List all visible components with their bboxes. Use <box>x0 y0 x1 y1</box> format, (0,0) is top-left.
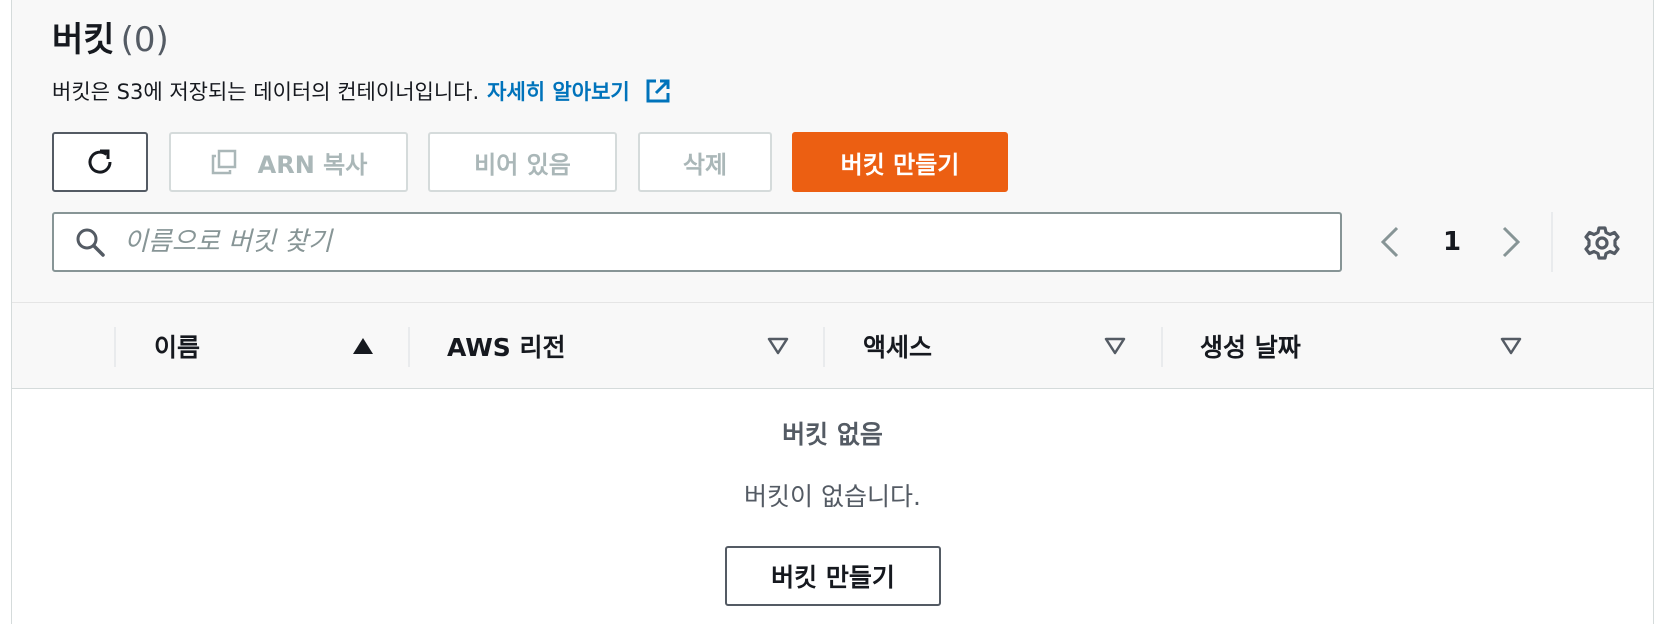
column-header-access[interactable]: 액세스 <box>863 303 932 389</box>
pager-divider <box>1551 212 1553 272</box>
search-icon <box>76 228 105 257</box>
learn-more-link[interactable]: 자세히 알아보기 <box>487 76 630 106</box>
empty-state-title: 버킷 없음 <box>782 420 883 449</box>
column-header-created[interactable]: 생성 날짜 <box>1200 303 1301 389</box>
refresh-icon <box>88 149 112 174</box>
sort-icon[interactable] <box>1104 336 1126 356</box>
table-header: 이름 AWS 리전 액세스 생성 날짜 <box>12 303 1653 389</box>
bucket-count: (0) <box>120 20 169 60</box>
refresh-button[interactable] <box>52 132 148 192</box>
delete-button[interactable]: 삭제 <box>638 132 772 192</box>
external-link-icon[interactable] <box>644 77 672 105</box>
empty-state-description: 버킷이 없습니다. <box>744 482 921 511</box>
delete-label: 삭제 <box>682 150 728 179</box>
column-separator <box>114 327 116 367</box>
copy-arn-button[interactable]: ARN 복사 <box>169 132 408 192</box>
page-title-text: 버킷 <box>52 20 115 60</box>
description-text: 버킷은 S3에 저장되는 데이터의 컨테이너입니다. <box>52 80 480 104</box>
create-bucket-label: 버킷 만들기 <box>840 150 960 179</box>
empty-label: 비어 있음 <box>474 150 571 179</box>
gear-icon[interactable] <box>1583 224 1621 262</box>
sort-icon[interactable] <box>1500 336 1522 356</box>
panel-header: 버킷 (0) 버킷은 S3에 저장되는 데이터의 컨테이너입니다. 자세히 알아보… <box>12 0 1653 303</box>
page-title: 버킷 (0) <box>52 12 169 61</box>
column-separator <box>823 327 825 367</box>
copy-arn-label: ARN 복사 <box>257 150 368 179</box>
empty-bucket-button[interactable]: 비어 있음 <box>428 132 617 192</box>
column-header-name[interactable]: 이름 <box>154 303 200 389</box>
sort-icon[interactable] <box>767 336 789 356</box>
create-bucket-button[interactable]: 버킷 만들기 <box>792 132 1008 192</box>
column-separator <box>1161 327 1163 367</box>
copy-icon <box>211 149 236 175</box>
current-page-number[interactable]: 1 <box>1432 222 1472 262</box>
next-page-icon[interactable] <box>1490 222 1530 262</box>
sort-ascending-icon[interactable] <box>352 336 374 356</box>
search-input[interactable] <box>124 214 1340 270</box>
buckets-panel: 버킷 (0) 버킷은 S3에 저장되는 데이터의 컨테이너입니다. 자세히 알아보… <box>11 0 1654 624</box>
empty-state-create-button[interactable]: 버킷 만들기 <box>725 546 941 606</box>
page-description: 버킷은 S3에 저장되는 데이터의 컨테이너입니다. 자세히 알아보기 <box>52 76 672 106</box>
column-separator <box>408 327 410 367</box>
column-header-region[interactable]: AWS 리전 <box>447 303 566 389</box>
empty-state-create-label: 버킷 만들기 <box>771 563 895 592</box>
previous-page-icon[interactable] <box>1371 222 1411 262</box>
search-box[interactable] <box>52 212 1342 272</box>
